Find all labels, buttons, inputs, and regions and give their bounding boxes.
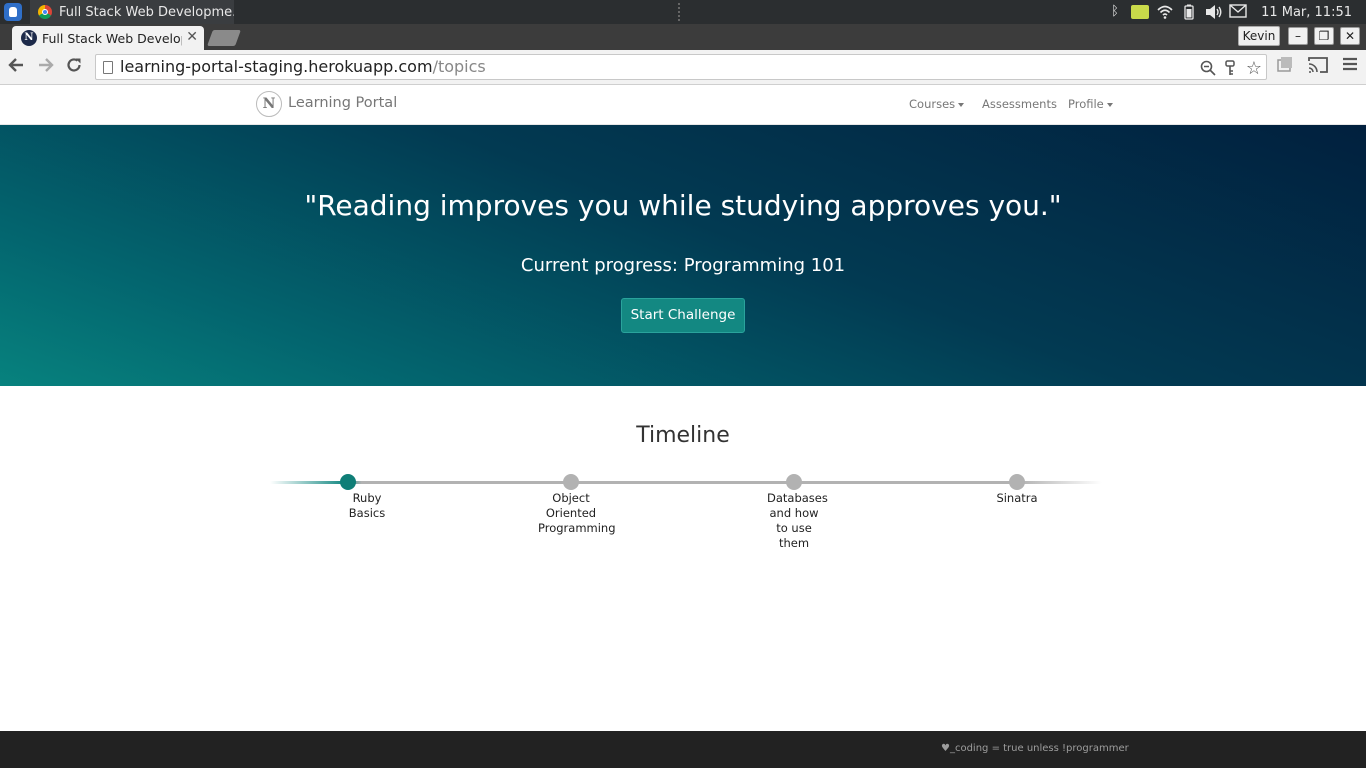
close-window-button[interactable]: ✕ xyxy=(1340,27,1360,45)
browser-toolbar: learning-portal-staging.herokuapp.com/to… xyxy=(0,50,1366,85)
nav-courses-dropdown[interactable]: Courses xyxy=(909,97,965,111)
page-icon xyxy=(103,61,113,74)
bookmark-star-icon[interactable]: ☆ xyxy=(1246,57,1262,81)
browser-tab-strip: N Full Stack Web Developme ✕ Kevin – ❐ ✕ xyxy=(0,24,1366,50)
app-menu-icon[interactable] xyxy=(4,3,22,21)
url-path: /topics xyxy=(432,57,486,76)
taskbar-separator xyxy=(678,3,680,21)
site-navbar: N Learning Portal Courses Assessments Pr… xyxy=(0,85,1366,125)
url-host: learning-portal-staging.herokuapp.com xyxy=(120,57,433,76)
current-progress-text: Current progress: Programming 101 xyxy=(520,255,846,276)
chrome-icon xyxy=(38,5,52,19)
start-challenge-button[interactable]: Start Challenge xyxy=(621,298,745,333)
timeline-label[interactable]: Object Oriented Programming xyxy=(526,491,616,536)
system-tray: ᛒ 11 Mar, 11:51 xyxy=(1107,0,1366,24)
extension-icon[interactable] xyxy=(1276,56,1294,79)
nav-profile-dropdown[interactable]: Profile xyxy=(1068,97,1113,111)
timeline-heading: Timeline xyxy=(636,423,730,448)
os-taskbar: Full Stack Web Developme... ᛒ 11 Mar, 11… xyxy=(0,0,1366,24)
browser-tab-active[interactable]: N Full Stack Web Developme ✕ xyxy=(12,26,204,50)
profile-button[interactable]: Kevin xyxy=(1238,26,1280,46)
caret-down-icon xyxy=(958,102,965,107)
timeline-node[interactable] xyxy=(1009,474,1025,490)
timeline-node-current[interactable] xyxy=(340,474,356,490)
footer-tagline: ♥_coding = true unless !programmer xyxy=(941,743,1129,754)
bluetooth-icon[interactable]: ᛒ xyxy=(1107,4,1123,20)
battery-icon[interactable] xyxy=(1181,4,1197,20)
hero-quote: "Reading improves you while studying app… xyxy=(304,189,1062,222)
timeline-label[interactable]: Databases and how to use them xyxy=(749,491,839,551)
wifi-icon[interactable] xyxy=(1157,4,1173,20)
nav-assessments-link[interactable]: Assessments xyxy=(982,97,1057,111)
mail-icon[interactable] xyxy=(1229,4,1247,20)
nav-profile-label: Profile xyxy=(1068,97,1104,111)
timeline-label[interactable]: Ruby Basics xyxy=(322,491,412,521)
timeline-node[interactable] xyxy=(563,474,579,490)
taskbar-window-title: Full Stack Web Developme... xyxy=(59,4,234,20)
address-bar[interactable]: learning-portal-staging.herokuapp.com/to… xyxy=(95,54,1267,80)
taskbar-window-button[interactable]: Full Stack Web Developme... xyxy=(30,0,234,24)
reload-icon[interactable] xyxy=(63,56,85,78)
timeline-node[interactable] xyxy=(786,474,802,490)
tab-title: Full Stack Web Developme xyxy=(42,30,182,46)
notes-icon[interactable] xyxy=(1131,5,1150,19)
cast-icon[interactable] xyxy=(1307,56,1329,79)
clock[interactable]: 11 Mar, 11:51 xyxy=(1261,5,1352,20)
tab-close-icon[interactable]: ✕ xyxy=(186,29,198,45)
back-arrow-icon[interactable] xyxy=(5,56,27,78)
forward-arrow-icon[interactable] xyxy=(35,56,57,78)
brand-logo[interactable]: N xyxy=(256,91,282,117)
menu-hamburger-icon[interactable] xyxy=(1342,56,1358,77)
caret-down-icon xyxy=(1106,102,1113,107)
key-icon[interactable] xyxy=(1224,59,1236,83)
timeline-track xyxy=(270,481,1102,484)
volume-icon[interactable] xyxy=(1205,4,1222,20)
new-tab-button[interactable] xyxy=(207,30,241,46)
nav-courses-label: Courses xyxy=(909,97,956,111)
page-footer: ♥_coding = true unless !programmer xyxy=(0,731,1366,768)
brand-name[interactable]: Learning Portal xyxy=(288,95,397,111)
zoom-icon[interactable] xyxy=(1200,59,1216,83)
timeline-label[interactable]: Sinatra xyxy=(972,491,1062,506)
minimize-button[interactable]: – xyxy=(1288,27,1308,45)
restore-button[interactable]: ❐ xyxy=(1314,27,1334,45)
hero-banner: "Reading improves you while studying app… xyxy=(0,125,1366,386)
site-favicon: N xyxy=(21,30,37,46)
